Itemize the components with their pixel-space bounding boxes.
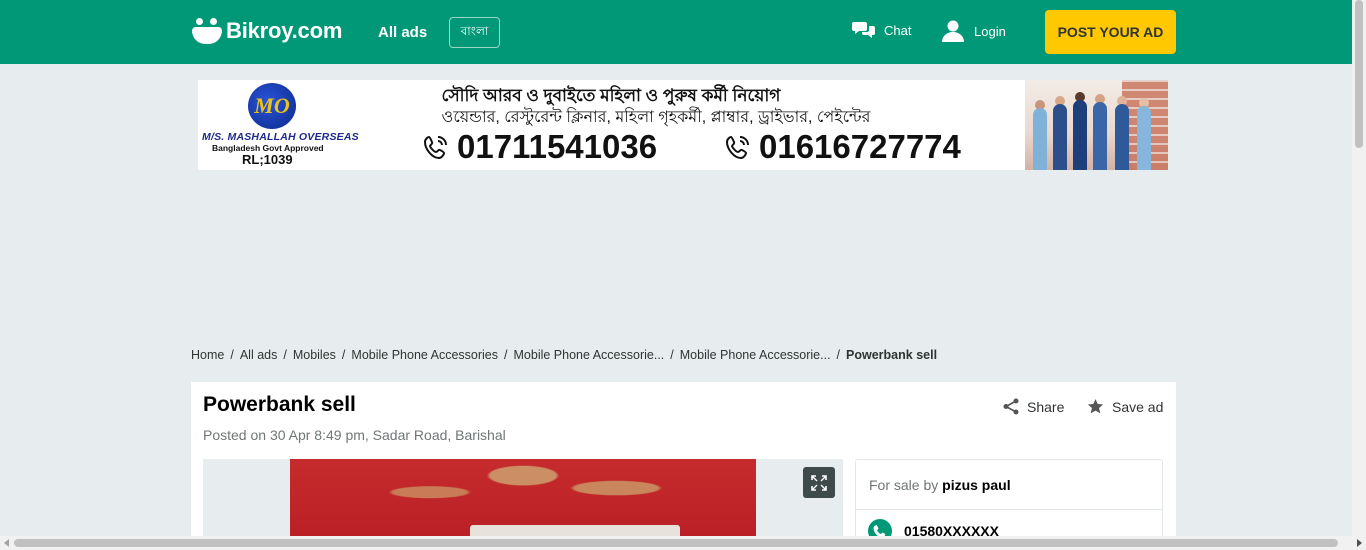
breadcrumb-mobiles[interactable]: Mobiles (293, 348, 336, 362)
vertical-scrollbar[interactable] (1352, 0, 1366, 536)
star-icon (1087, 399, 1104, 414)
vertical-scroll-thumb[interactable] (1355, 0, 1363, 148)
chat-link[interactable]: Chat (852, 20, 911, 40)
fullscreen-button[interactable] (803, 467, 835, 498)
all-ads-link[interactable]: All ads (378, 24, 427, 41)
logo-text: Bikroy.com (226, 18, 343, 43)
share-button[interactable]: Share (1003, 398, 1064, 415)
banner-subline: ওয়েন্ডার, রেস্টুরেন্ট ক্লিনার, মহিলা গৃ… (441, 109, 871, 126)
top-header: Bikroy.com All ads বাংলা Chat Login POST… (0, 0, 1352, 64)
ad-title: Powerbank sell (203, 393, 356, 416)
chat-icon (852, 22, 875, 38)
seller-prefix: For sale by (869, 477, 939, 493)
banner-company-name: M/S. MASHALLAH OVERSEAS (202, 131, 359, 143)
save-ad-button[interactable]: Save ad (1087, 398, 1163, 415)
scroll-right-icon[interactable] (1357, 539, 1362, 547)
phone-ringing-icon (423, 135, 447, 160)
share-label: Share (1027, 398, 1065, 415)
site-logo[interactable]: Bikroy.com (192, 16, 342, 46)
advertisement-banner[interactable]: MO M/S. MASHALLAH OVERSEAS Bangladesh Go… (198, 80, 1168, 170)
seller-row: For sale by pizus paul (856, 460, 1162, 510)
ad-details-card: Powerbank sell Posted on 30 Apr 8:49 pm,… (191, 382, 1176, 542)
horizontal-scrollbar[interactable] (0, 536, 1366, 550)
ad-posted-info: Posted on 30 Apr 8:49 pm, Sadar Road, Ba… (203, 427, 506, 443)
save-ad-label: Save ad (1112, 398, 1164, 415)
breadcrumb-current: Powerbank sell (846, 348, 938, 362)
breadcrumb-all-ads[interactable]: All ads (240, 348, 278, 362)
language-toggle-button[interactable]: বাংলা (449, 17, 500, 48)
banner-workers-photo (1025, 80, 1168, 170)
banner-phone-1-number: 01711541036 (457, 128, 658, 165)
breadcrumb-subcategory-2[interactable]: Mobile Phone Accessorie... (680, 348, 831, 362)
breadcrumb-home[interactable]: Home (191, 348, 224, 362)
expand-icon (811, 474, 827, 491)
banner-phone-1: 01711541036 (423, 128, 657, 166)
breadcrumb-mobile-phone-accessories[interactable]: Mobile Phone Accessories (351, 348, 498, 362)
share-icon (1003, 398, 1019, 415)
scroll-left-icon[interactable] (4, 539, 9, 547)
chat-label: Chat (884, 22, 912, 38)
phone-ringing-icon (725, 135, 749, 160)
login-link[interactable]: Login (942, 20, 1006, 42)
banner-phone-2-number: 01616727774 (759, 128, 961, 165)
post-your-ad-button[interactable]: POST YOUR AD (1045, 10, 1176, 54)
horizontal-scroll-thumb[interactable] (14, 539, 1338, 547)
breadcrumb: Home / All ads / Mobiles / Mobile Phone Access… (191, 348, 938, 362)
banner-phone-2: 01616727774 (725, 128, 961, 166)
user-icon (942, 20, 964, 42)
ad-main-photo[interactable] (290, 459, 756, 542)
breadcrumb-subcategory-1[interactable]: Mobile Phone Accessorie... (514, 348, 665, 362)
logo-smiley-icon (192, 16, 222, 46)
image-gallery[interactable] (203, 459, 843, 542)
seller-info-box: For sale by pizus paul 01580XXXXXX (855, 459, 1163, 542)
seller-name[interactable]: pizus paul (942, 477, 1010, 493)
banner-license: RL;1039 (242, 152, 293, 167)
login-label: Login (974, 23, 1006, 39)
